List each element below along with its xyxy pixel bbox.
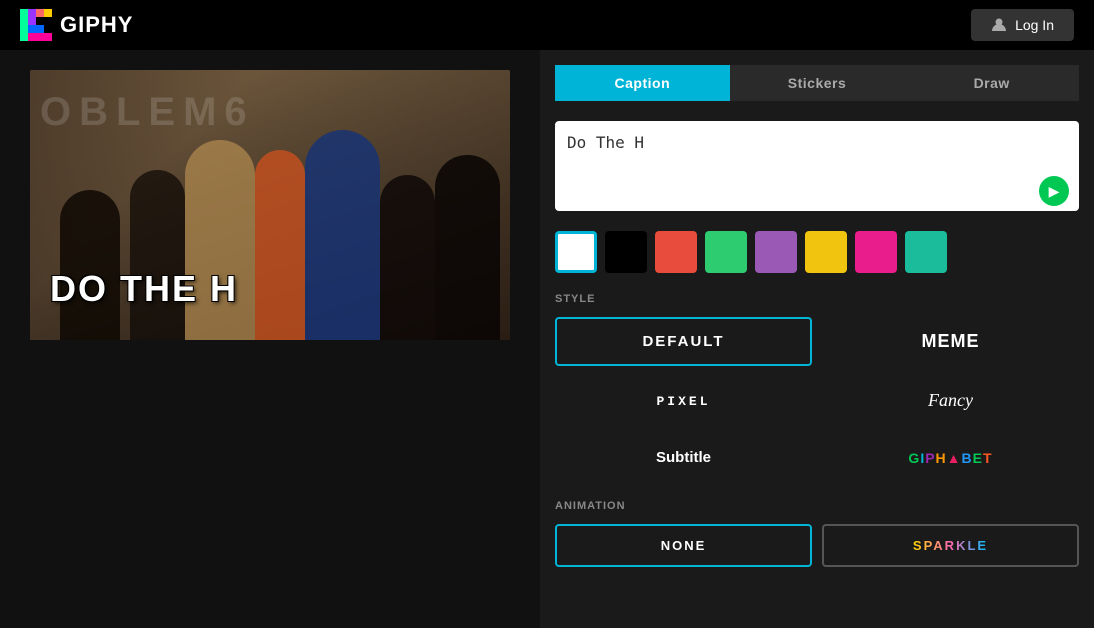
figure-2 — [130, 170, 185, 340]
style-option-giphy[interactable]: GIPH▲BET — [822, 435, 1079, 480]
animation-option-none[interactable]: NONE — [555, 524, 812, 567]
style-option-subtitle[interactable]: Subtitle — [555, 435, 812, 480]
style-fancy-label: Fancy — [928, 390, 973, 410]
giphy-logo-icon — [20, 9, 52, 41]
login-label: Log In — [1015, 17, 1054, 33]
style-section-label: STYLE — [555, 293, 1079, 305]
color-swatch-green[interactable] — [705, 231, 747, 273]
color-swatch-red[interactable] — [655, 231, 697, 273]
animation-option-sparkle[interactable]: SPARKLE — [822, 524, 1079, 567]
submit-caption-button[interactable]: ▶ — [1039, 176, 1069, 206]
tab-stickers[interactable]: Stickers — [730, 65, 905, 101]
figure-5 — [305, 130, 380, 340]
gif-preview: OBLEM6 DO THE H — [30, 70, 510, 340]
tabs-container: Caption Stickers Draw — [555, 65, 1079, 101]
figure-7 — [435, 155, 500, 340]
style-option-meme[interactable]: MEME — [822, 317, 1079, 366]
color-swatches — [555, 231, 1079, 273]
tab-caption[interactable]: Caption — [555, 65, 730, 101]
tab-draw[interactable]: Draw — [904, 65, 1079, 101]
color-swatch-white[interactable] — [555, 231, 597, 273]
style-subtitle-label: Subtitle — [656, 449, 711, 466]
style-pixel-label: PIXEL — [656, 394, 710, 409]
style-option-fancy[interactable]: Fancy — [822, 376, 1079, 425]
user-icon — [991, 17, 1007, 33]
figure-3 — [185, 140, 255, 340]
main-content: OBLEM6 DO THE H Caption Stickers Draw Do… — [0, 50, 1094, 628]
logo: GIPHY — [20, 9, 133, 41]
caption-input-container: Do The H ▶ — [555, 121, 1079, 216]
style-default-label: DEFAULT — [642, 333, 724, 350]
animation-section-label: ANIMATION — [555, 500, 1079, 512]
color-swatch-yellow[interactable] — [805, 231, 847, 273]
color-swatch-black[interactable] — [605, 231, 647, 273]
figure-6 — [380, 175, 435, 340]
color-swatch-cyan[interactable] — [905, 231, 947, 273]
arrow-right-icon: ▶ — [1049, 183, 1060, 200]
gif-panel: OBLEM6 DO THE H — [0, 50, 540, 628]
color-swatch-purple[interactable] — [755, 231, 797, 273]
style-giphy-label: GIPH▲BET — [908, 450, 992, 466]
color-swatch-pink[interactable] — [855, 231, 897, 273]
login-button[interactable]: Log In — [971, 9, 1074, 41]
style-meme-label: MEME — [922, 331, 980, 351]
header: GIPHY Log In — [0, 0, 1094, 50]
gif-caption-overlay: DO THE H — [50, 268, 238, 310]
style-option-pixel[interactable]: PIXEL — [555, 376, 812, 425]
figure-4 — [255, 150, 305, 340]
animation-options-grid: NONE SPARKLE — [555, 524, 1079, 567]
caption-input[interactable]: Do The H — [555, 121, 1079, 211]
figure-1 — [60, 190, 120, 340]
style-options-grid: DEFAULT MEME PIXEL Fancy Subtitle GIPH▲B… — [555, 317, 1079, 480]
animation-sparkle-label: SPARKLE — [913, 538, 988, 553]
graffiti-text: OBLEM6 — [30, 90, 510, 135]
logo-text: GIPHY — [60, 12, 133, 38]
controls-panel: Caption Stickers Draw Do The H ▶ STYLE — [540, 50, 1094, 628]
animation-none-label: NONE — [661, 538, 707, 553]
style-option-default[interactable]: DEFAULT — [555, 317, 812, 366]
